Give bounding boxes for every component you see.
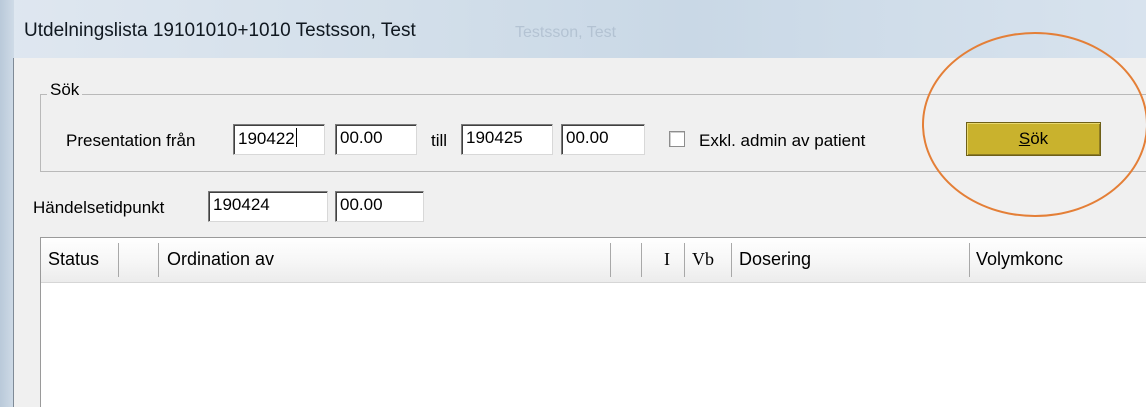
- column-separator[interactable]: [158, 243, 159, 277]
- event-time-label: Händelsetidpunkt: [33, 198, 165, 217]
- presentation-from-label: Presentation från: [66, 131, 196, 150]
- from-date-field[interactable]: 190422: [233, 124, 325, 155]
- window-title-ghost: Testsson, Test: [515, 24, 617, 41]
- column-header-i[interactable]: I: [664, 249, 670, 270]
- window-title: Utdelningslista 19101010+1010 Testsson, …: [24, 20, 416, 41]
- column-header-status[interactable]: Status: [48, 249, 99, 270]
- event-date-value: 190424: [213, 195, 270, 214]
- column-header-vb[interactable]: Vb: [692, 249, 714, 270]
- column-separator[interactable]: [610, 243, 611, 277]
- table-body[interactable]: [41, 283, 1146, 407]
- column-header-dosering[interactable]: Dosering: [739, 249, 811, 270]
- from-time-field[interactable]: 00.00: [335, 124, 417, 155]
- exclude-admin-checkbox[interactable]: [669, 131, 685, 147]
- search-button[interactable]: Sök: [966, 122, 1101, 156]
- window-frame-edge: [13, 58, 14, 407]
- search-button-mnemonic: S: [1018, 129, 1031, 148]
- column-separator[interactable]: [641, 243, 642, 277]
- column-header-volymkonc[interactable]: Volymkonc: [976, 249, 1063, 270]
- from-date-value: 190422: [238, 129, 295, 148]
- to-time-value: 00.00: [566, 128, 609, 147]
- event-time-value: 00.00: [340, 195, 383, 214]
- column-separator[interactable]: [684, 243, 685, 277]
- table-header: Status Ordination av I Vb Dosering Volym…: [41, 238, 1146, 283]
- exclude-admin-label[interactable]: Exkl. admin av patient: [699, 131, 865, 151]
- column-separator[interactable]: [969, 243, 970, 277]
- from-time-value: 00.00: [340, 128, 383, 147]
- to-date-value: 190425: [466, 128, 523, 147]
- distribution-table: Status Ordination av I Vb Dosering Volym…: [40, 237, 1146, 407]
- column-separator[interactable]: [731, 243, 732, 277]
- column-separator[interactable]: [118, 243, 119, 277]
- to-date-field[interactable]: 190425: [461, 124, 553, 155]
- text-caret: [295, 128, 297, 147]
- event-time-field[interactable]: 00.00: [335, 191, 424, 222]
- search-groupbox-legend: Sök: [47, 80, 83, 100]
- to-time-field[interactable]: 00.00: [561, 124, 645, 155]
- window-titlebar: Utdelningslista 19101010+1010 Testsson, …: [0, 0, 1146, 58]
- to-label: till: [431, 131, 448, 150]
- event-date-field[interactable]: 190424: [208, 191, 328, 222]
- search-button-rest: ök: [1030, 129, 1049, 148]
- column-header-ordination[interactable]: Ordination av: [167, 249, 274, 270]
- window-frame-left: [0, 0, 14, 407]
